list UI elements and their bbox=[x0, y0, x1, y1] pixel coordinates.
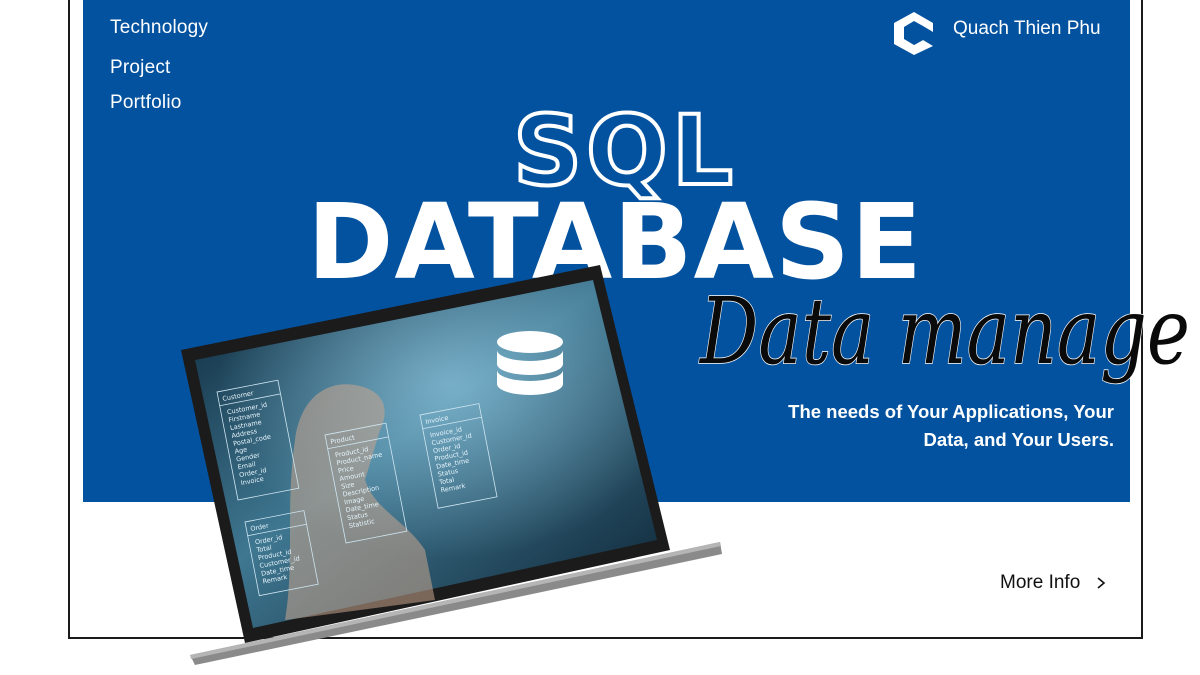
tagline-line-2: Data, and Your Users. bbox=[923, 429, 1114, 450]
more-info-label: More Info bbox=[1000, 572, 1081, 593]
more-info-link[interactable]: More Info bbox=[1000, 572, 1108, 594]
cube-logo-icon bbox=[894, 12, 933, 55]
database-cylinder-icon bbox=[497, 331, 563, 395]
tagline: The needs of Your Applications, Your Dat… bbox=[694, 398, 1114, 454]
tagline-line-1: The needs of Your Applications, Your bbox=[788, 401, 1114, 422]
nav-technology[interactable]: Technology bbox=[110, 17, 208, 39]
nav-project[interactable]: Project bbox=[110, 57, 171, 79]
nav-portfolio[interactable]: Portfolio bbox=[110, 92, 182, 114]
chevron-right-icon bbox=[1097, 577, 1106, 589]
data-manage-script: Data manage bbox=[698, 277, 1191, 386]
brand[interactable]: Quach Thien Phu bbox=[892, 10, 1122, 56]
script-text: Data manage bbox=[698, 278, 1190, 385]
laptop-illustration: CustomerCustomer_idFirstnameLastnameAddr… bbox=[181, 265, 722, 665]
brand-name: Quach Thien Phu bbox=[953, 18, 1101, 39]
